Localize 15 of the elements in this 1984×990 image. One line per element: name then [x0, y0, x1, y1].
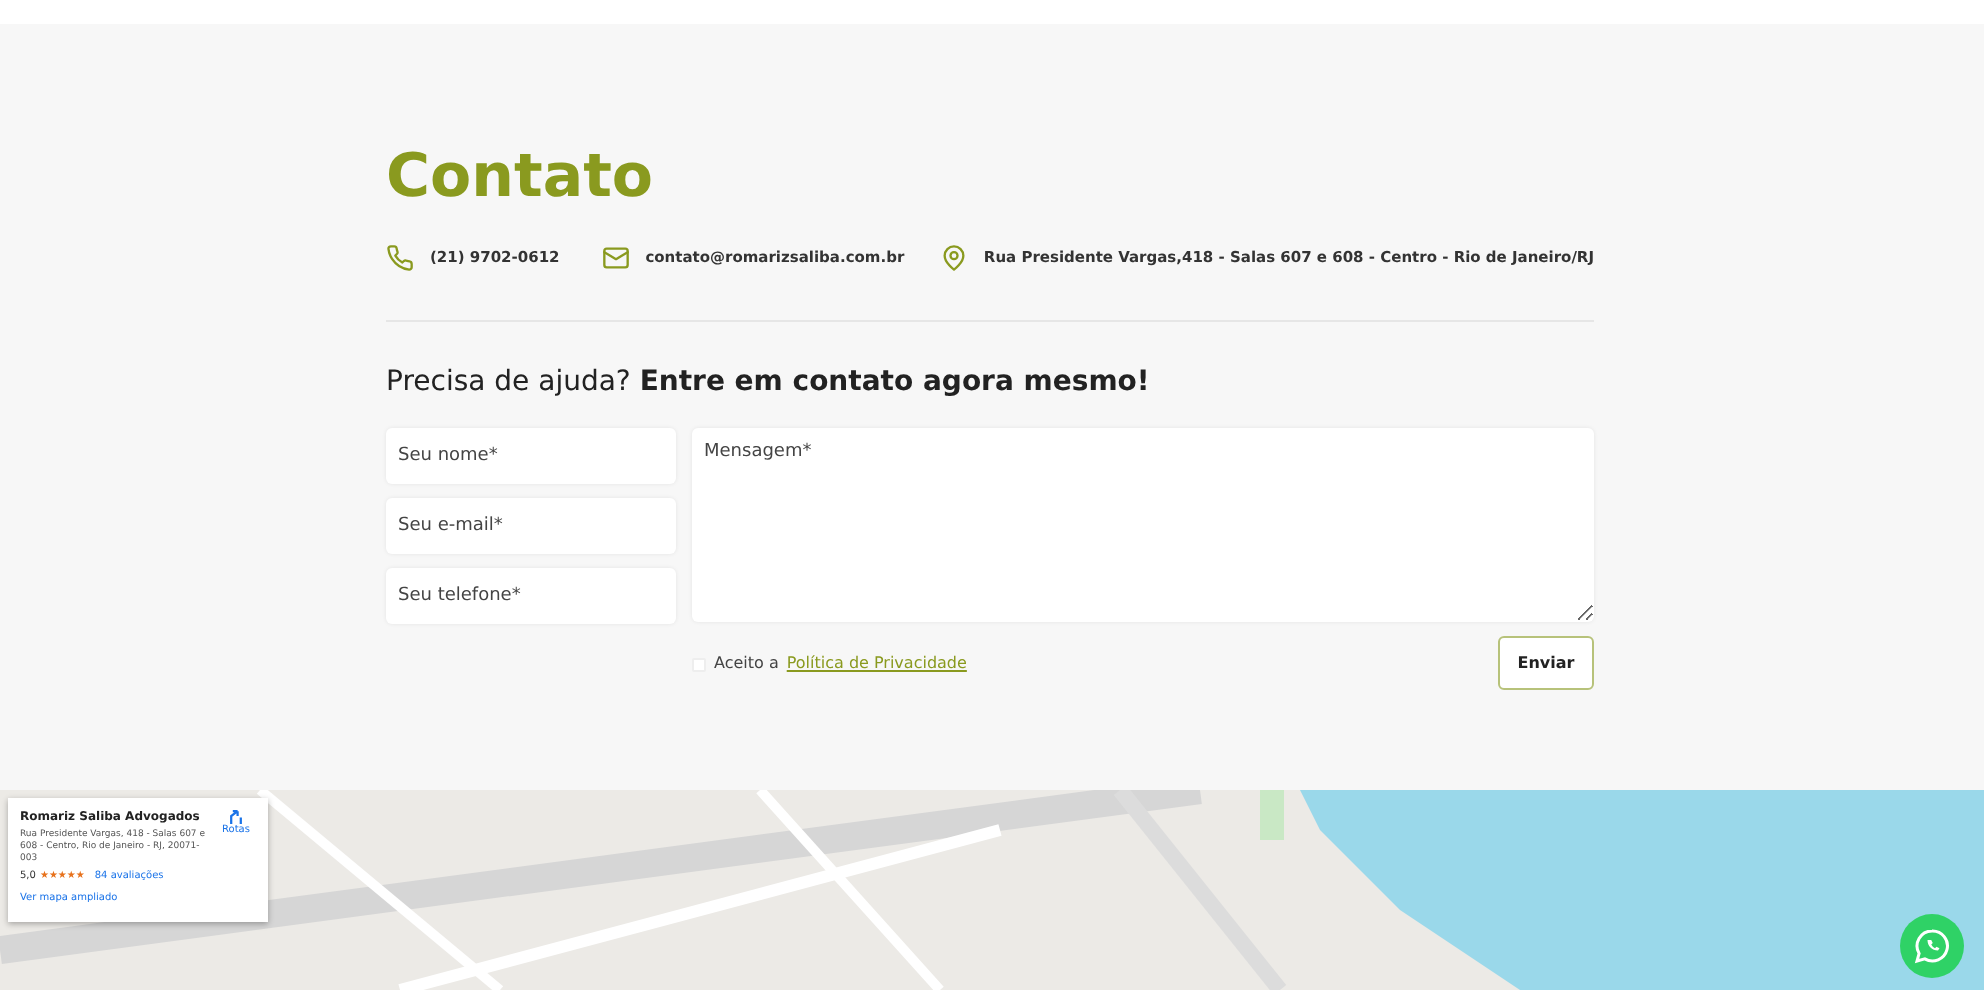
page-title: Contato [386, 144, 656, 212]
submit-button[interactable]: Enviar [1498, 636, 1594, 690]
name-field[interactable]: Seu nome* [386, 428, 676, 484]
map-pin-icon [939, 244, 968, 272]
email-field[interactable]: Seu e-mail* [386, 498, 676, 554]
envelope-icon [601, 244, 630, 272]
privacy-policy-link[interactable]: Política de Privacidade [786, 652, 967, 676]
map-drawing[interactable] [0, 790, 1984, 990]
form-heading: Precisa de ajuda? Entre em contato agora mesmo! [386, 364, 1152, 402]
phone-icon [386, 244, 414, 272]
consent-label: Aceito a [714, 652, 779, 676]
chat-bubble-icon [1914, 928, 1950, 964]
message-field[interactable]: Mensagem* [692, 428, 1594, 622]
phone-field[interactable]: Seu telefone* [386, 568, 676, 624]
directions-icon [228, 808, 244, 824]
